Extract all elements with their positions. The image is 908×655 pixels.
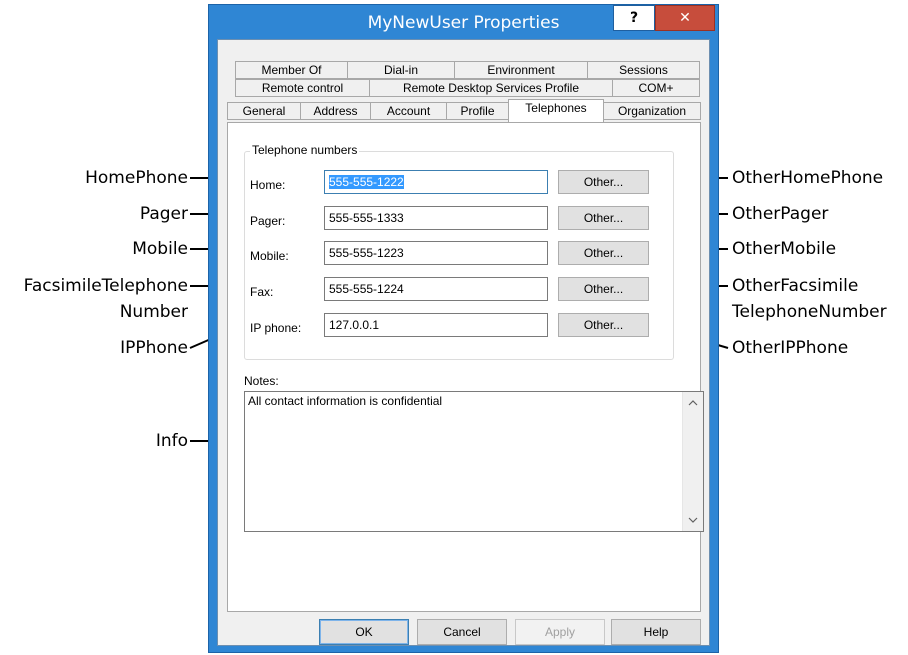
fax-label: Fax: xyxy=(250,285,274,299)
tab-organization[interactable]: Organization xyxy=(603,102,701,120)
pager-label: Pager: xyxy=(250,214,286,228)
tab-dial-in[interactable]: Dial-in xyxy=(347,61,455,79)
ip-phone-label: IP phone: xyxy=(250,321,302,335)
callout-home-phone: HomePhone xyxy=(85,168,188,188)
notes-textarea[interactable]: All contact information is confidential xyxy=(244,391,704,532)
notes-scrollbar[interactable] xyxy=(682,392,703,531)
notes-label: Notes: xyxy=(244,374,279,388)
close-icon: ✕ xyxy=(679,10,691,26)
help-title-button[interactable]: ? xyxy=(613,5,655,31)
home-label: Home: xyxy=(250,178,286,192)
callout-mobile: Mobile xyxy=(132,239,188,259)
callout-other-pager: OtherPager xyxy=(732,204,829,224)
other-fax-button[interactable]: Other... xyxy=(558,277,649,301)
tab-telephones[interactable]: Telephones xyxy=(508,99,604,122)
mobile-field[interactable]: 555-555-1223 xyxy=(324,241,548,265)
callout-other-mobile: OtherMobile xyxy=(732,239,837,259)
tab-remote-desktop-services-profile[interactable]: Remote Desktop Services Profile xyxy=(369,79,613,97)
tab-sessions[interactable]: Sessions xyxy=(587,61,700,79)
tab-environment[interactable]: Environment xyxy=(454,61,588,79)
tab-remote-control[interactable]: Remote control xyxy=(235,79,370,97)
other-mobile-button[interactable]: Other... xyxy=(558,241,649,265)
tab-com-plus[interactable]: COM+ xyxy=(612,79,700,97)
tab-account[interactable]: Account xyxy=(370,102,447,120)
properties-dialog: MyNewUser Properties ? ✕ Member Of Dial-… xyxy=(208,4,719,653)
callout-ip-phone: IPPhone xyxy=(120,338,188,358)
callout-other-ip-phone: OtherIPPhone xyxy=(732,338,849,358)
other-ip-phone-button[interactable]: Other... xyxy=(558,313,649,337)
chevron-down-icon[interactable] xyxy=(683,511,703,529)
mobile-label: Mobile: xyxy=(250,249,289,263)
tab-address[interactable]: Address xyxy=(300,102,371,120)
help-button[interactable]: Help xyxy=(611,619,701,645)
ok-button[interactable]: OK xyxy=(319,619,409,645)
callout-facsimile-line2: Number xyxy=(119,302,188,322)
pager-field[interactable]: 555-555-1333 xyxy=(324,206,548,230)
callout-other-facsimile-line2: TelephoneNumber xyxy=(732,302,887,322)
cancel-button[interactable]: Cancel xyxy=(417,619,507,645)
close-button[interactable]: ✕ xyxy=(655,5,715,31)
callout-info: Info xyxy=(155,431,188,451)
notes-text: All contact information is confidential xyxy=(248,394,443,408)
chevron-up-icon[interactable] xyxy=(683,394,703,412)
tab-profile[interactable]: Profile xyxy=(446,102,509,120)
home-phone-field[interactable]: 555-555-1222 xyxy=(324,170,548,194)
tab-member-of[interactable]: Member Of xyxy=(235,61,348,79)
title-bar[interactable]: MyNewUser Properties ? ✕ xyxy=(209,5,718,39)
telephone-numbers-group-label: Telephone numbers xyxy=(250,143,360,157)
callout-pager: Pager xyxy=(139,204,188,224)
telephones-panel: Telephone numbers Home: 555-555-1222 Oth… xyxy=(227,122,704,612)
fax-field[interactable]: 555-555-1224 xyxy=(324,277,548,301)
other-home-phone-button[interactable]: Other... xyxy=(558,170,649,194)
apply-button[interactable]: Apply xyxy=(515,619,605,645)
other-pager-button[interactable]: Other... xyxy=(558,206,649,230)
callout-other-facsimile-line1: OtherFacsimile xyxy=(732,276,859,296)
tab-general[interactable]: General xyxy=(227,102,301,120)
callout-other-home-phone: OtherHomePhone xyxy=(732,168,884,188)
dialog-client-area: Member Of Dial-in Environment Sessions R… xyxy=(217,39,710,646)
ip-phone-field[interactable]: 127.0.0.1 xyxy=(324,313,548,337)
callout-facsimile-line1: FacsimileTelephone xyxy=(23,276,188,296)
